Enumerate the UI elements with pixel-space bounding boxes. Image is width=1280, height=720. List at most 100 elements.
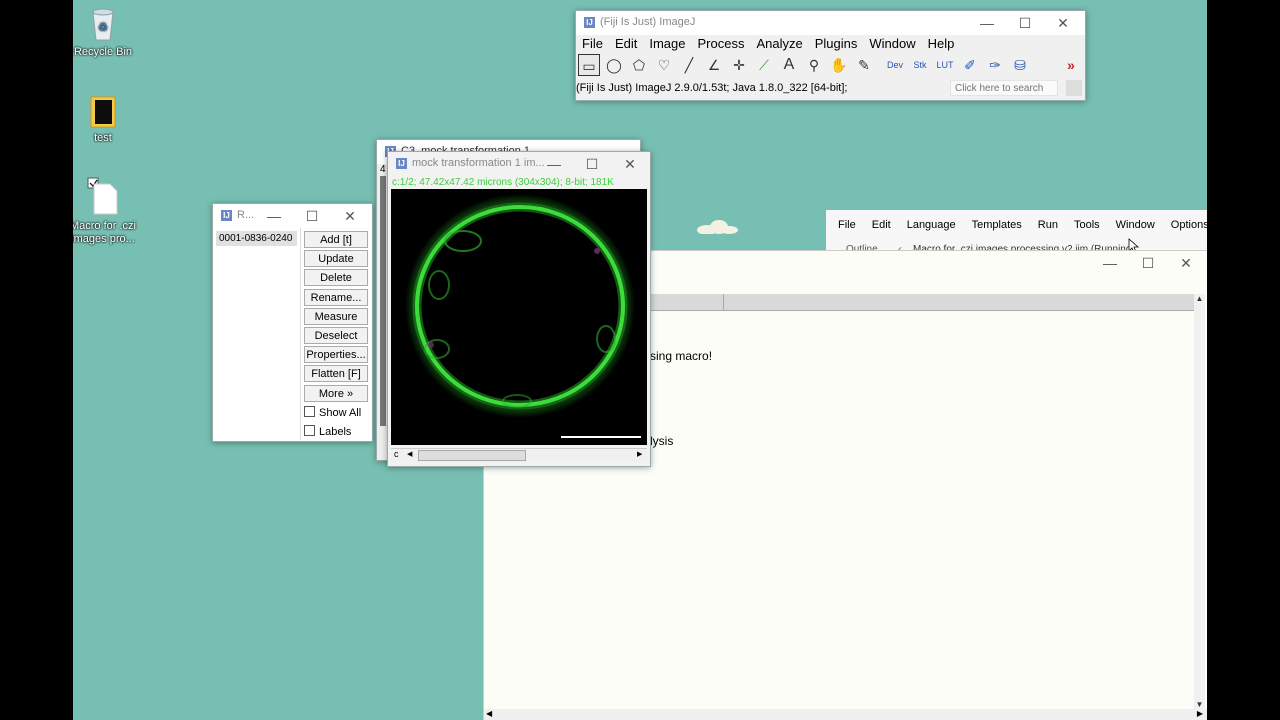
fiji-toolbar: ▭ ◯ ⬠ ♡ ╱ ∠ ✛ ⟋ A ⚲ ✋ ✎ Dev Stk LUT ✐ ✑ … (576, 54, 1085, 78)
roi-button-7[interactable]: Flatten [F] (304, 365, 368, 383)
recycle-bin-shortcut[interactable]: ♻ Recycle Bin (73, 6, 137, 59)
editor-vertical-scrollbar[interactable]: ▲ ▼ (1194, 294, 1205, 709)
roi-manager-window[interactable]: IJ R... — ☐ ✕ 0001-0836-0240 Add [t] Upda… (212, 203, 373, 442)
minimize-button[interactable]: — (256, 206, 292, 226)
editor-menu-file[interactable]: File (838, 219, 856, 231)
line-tool-icon[interactable]: ╱ (678, 54, 700, 76)
more-tools-icon[interactable]: » (1060, 54, 1082, 76)
freehand-tool-icon[interactable]: ♡ (653, 54, 675, 76)
magnifier-tool-icon[interactable]: ⚲ (803, 54, 825, 76)
imagej-app-icon: IJ (221, 210, 232, 221)
minimize-button[interactable]: — (1092, 253, 1128, 273)
image-titlebar[interactable]: IJ mock transformation 1 im... — ☐ ✕ (388, 152, 650, 176)
editor-menu-run[interactable]: Run (1038, 219, 1058, 231)
close-button[interactable]: ✕ (1045, 13, 1081, 33)
desktop: ♻ Recycle Bin test Macro for .czi images… (73, 0, 1207, 720)
fiji-status-bar: (Fiji Is Just) ImageJ 2.9.0/1.53t; Java … (576, 82, 848, 94)
fiji-menu-plugins[interactable]: Plugins (809, 36, 864, 51)
maximize-button[interactable]: ☐ (574, 154, 610, 174)
show-all-checkbox[interactable]: Show All (304, 406, 361, 419)
dev-menu-button[interactable]: Dev (884, 54, 906, 76)
hand-tool-icon[interactable]: ✋ (828, 54, 850, 76)
fiji-menu-process[interactable]: Process (692, 36, 751, 51)
macro-file-shortcut[interactable]: Macro for .czi images pro... (73, 176, 137, 246)
brush-tool-icon[interactable]: ✑ (984, 54, 1006, 76)
editor-menu-options[interactable]: Options (1171, 219, 1207, 231)
search-options-button[interactable] (1066, 80, 1082, 96)
polygon-tool-icon[interactable]: ⬠ (628, 54, 650, 76)
roi-manager-title: R... (237, 209, 255, 221)
point-tool-icon[interactable]: ✛ (728, 54, 750, 76)
editor-menu-window[interactable]: Window (1116, 219, 1155, 231)
fiji-menu-image[interactable]: Image (643, 36, 691, 51)
channel-label: c (394, 449, 399, 459)
slider-thumb[interactable] (418, 450, 526, 461)
editor-menu-templates[interactable]: Templates (972, 219, 1022, 231)
editor-menu-tools[interactable]: Tools (1074, 219, 1100, 231)
roi-manager-titlebar[interactable]: IJ R... — ☐ ✕ (213, 204, 372, 228)
scroll-down-icon[interactable]: ▼ (1194, 700, 1205, 709)
wand-tool-icon[interactable]: ⟋ (753, 54, 775, 76)
pencil-tool-icon[interactable]: ✐ (959, 54, 981, 76)
text-tool-icon[interactable]: A (778, 54, 800, 76)
script-editor-menubar: File Edit Language Templates Run Tools Window O… (838, 217, 1207, 231)
color-picker-tool-icon[interactable]: ✎ (853, 54, 875, 76)
flood-fill-tool-icon[interactable]: ⛁ (1009, 54, 1031, 76)
rectangle-tool-icon[interactable]: ▭ (578, 54, 600, 76)
fiji-titlebar[interactable]: IJ (Fiji Is Just) ImageJ — ☐ ✕ (576, 11, 1085, 35)
image-window[interactable]: IJ mock transformation 1 im... — ☐ ✕ c:1… (387, 151, 651, 467)
roi-button-0[interactable]: Add [t] (304, 231, 368, 248)
channel-slider[interactable]: c ◀ ▶ (391, 448, 647, 462)
roi-list[interactable]: 0001-0836-0240 (213, 228, 301, 440)
fiji-menu-help[interactable]: Help (922, 36, 961, 51)
roi-button-5[interactable]: Deselect (304, 327, 368, 344)
roi-list-item[interactable]: 0001-0836-0240 (216, 231, 297, 246)
slider-left-arrow-icon[interactable]: ◀ (407, 450, 412, 458)
close-button[interactable]: ✕ (1168, 253, 1204, 273)
search-input[interactable] (950, 80, 1058, 96)
editor-menu-edit[interactable]: Edit (872, 219, 891, 231)
fiji-main-window[interactable]: IJ (Fiji Is Just) ImageJ — ☐ ✕ File Edit I… (575, 10, 1086, 101)
close-button[interactable]: ✕ (612, 154, 648, 174)
roi-button-2[interactable]: Delete (304, 269, 368, 287)
editor-text-area[interactable]: sing macro! lysis (650, 314, 712, 484)
maximize-button[interactable]: ☐ (294, 206, 330, 226)
lut-menu-button[interactable]: LUT (934, 54, 956, 76)
roi-button-6[interactable]: Properties... (304, 346, 368, 364)
labels-checkbox[interactable]: Labels (304, 425, 351, 438)
scroll-up-icon[interactable]: ▲ (1194, 294, 1205, 303)
svg-text:♻: ♻ (98, 21, 108, 34)
oval-tool-icon[interactable]: ◯ (603, 54, 625, 76)
stack-menu-button[interactable]: Stk (909, 54, 931, 76)
roi-button-3[interactable]: Rename... (304, 288, 368, 306)
angle-tool-icon[interactable]: ∠ (703, 54, 725, 76)
show-all-label: Show All (319, 407, 362, 419)
slider-right-arrow-icon[interactable]: ▶ (637, 450, 642, 458)
editor-horizontal-scrollbar[interactable]: ◀ ▶ (484, 709, 1207, 720)
fiji-title: (Fiji Is Just) ImageJ (600, 16, 696, 28)
cloud-decoration (697, 220, 738, 234)
minimize-button[interactable]: — (969, 13, 1005, 33)
editor-menu-language[interactable]: Language (907, 219, 956, 231)
maximize-button[interactable]: ☐ (1007, 13, 1043, 33)
fiji-menu-file[interactable]: File (576, 36, 609, 51)
scroll-left-icon[interactable]: ◀ (486, 709, 492, 718)
microscopy-image-canvas[interactable] (391, 189, 647, 445)
labels-label: Labels (319, 426, 352, 438)
test-folder-shortcut[interactable]: test (73, 94, 137, 145)
minimize-button[interactable]: — (536, 154, 572, 174)
image-title: mock transformation 1 im... (412, 157, 545, 169)
fiji-menu-edit[interactable]: Edit (609, 36, 643, 51)
roi-button-8[interactable]: More » (304, 384, 368, 402)
folder-icon (90, 96, 116, 128)
fiji-menu-window[interactable]: Window (863, 36, 921, 51)
recycle-bin-label: Recycle Bin (73, 46, 133, 58)
roi-button-1[interactable]: Update (304, 250, 368, 268)
close-button[interactable]: ✕ (332, 206, 368, 226)
scroll-right-icon[interactable]: ▶ (1197, 709, 1203, 718)
editor-line: lysis (650, 434, 674, 448)
roi-button-4[interactable]: Measure (304, 307, 368, 325)
maximize-button[interactable]: ☐ (1130, 253, 1166, 273)
imagej-app-icon: IJ (396, 158, 407, 169)
fiji-menu-analyze[interactable]: Analyze (750, 36, 808, 51)
